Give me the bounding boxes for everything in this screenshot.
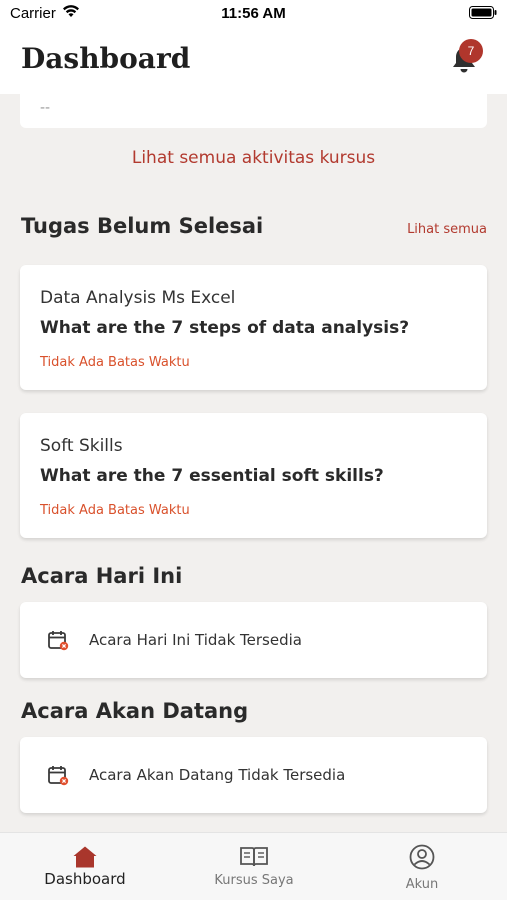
task-card[interactable]: Soft Skills What are the 7 essential sof… (20, 413, 487, 538)
task-course: Soft Skills (40, 436, 123, 456)
page-title: Dashboard (21, 42, 191, 75)
events-today-title: Acara Hari Ini (21, 564, 183, 588)
notification-badge: 7 (459, 39, 483, 63)
events-today-empty-text: Acara Hari Ini Tidak Tersedia (89, 631, 302, 649)
calendar-icon (47, 764, 69, 786)
book-icon (239, 844, 269, 872)
task-question: What are the 7 essential soft skills? (40, 466, 384, 486)
task-deadline: Tidak Ada Batas Waktu (40, 503, 190, 518)
home-icon (72, 845, 98, 873)
task-deadline: Tidak Ada Batas Waktu (40, 355, 190, 370)
task-question: What are the 7 steps of data analysis? (40, 318, 410, 338)
dashboard-content[interactable]: -- Lihat semua aktivitas kursus Tugas Be… (0, 94, 507, 832)
upcoming-events-empty-text: Acara Akan Datang Tidak Tersedia (89, 766, 346, 784)
tab-account-label: Akun (405, 877, 439, 892)
battery-icon (469, 6, 497, 23)
activity-empty-value: -- (40, 100, 51, 116)
pending-tasks-title: Tugas Belum Selesai (21, 214, 264, 238)
task-course: Data Analysis Ms Excel (40, 288, 236, 308)
upcoming-events-title: Acara Akan Datang (21, 699, 249, 723)
tab-dashboard-label: Dashboard (44, 870, 126, 888)
calendar-icon (47, 629, 69, 651)
account-icon (409, 844, 435, 874)
status-bar: Carrier 11:56 AM (0, 0, 507, 28)
task-card[interactable]: Data Analysis Ms Excel What are the 7 st… (20, 265, 487, 390)
activity-card: -- (20, 94, 487, 128)
tab-my-courses-label: Kursus Saya (214, 873, 294, 888)
events-today-card: Acara Hari Ini Tidak Tersedia (20, 602, 487, 678)
see-all-activities-link[interactable]: Lihat semua aktivitas kursus (0, 148, 507, 168)
bottom-tab-bar: Dashboard Kursus Saya Akun (0, 832, 507, 900)
tab-my-courses[interactable]: Kursus Saya (188, 833, 320, 900)
app-header: Dashboard 7 (0, 28, 507, 94)
tab-account[interactable]: Akun (372, 833, 472, 900)
upcoming-events-card: Acara Akan Datang Tidak Tersedia (20, 737, 487, 813)
tab-dashboard[interactable]: Dashboard (20, 833, 150, 900)
clock: 11:56 AM (221, 5, 286, 22)
see-all-tasks-link[interactable]: Lihat semua (407, 222, 487, 237)
